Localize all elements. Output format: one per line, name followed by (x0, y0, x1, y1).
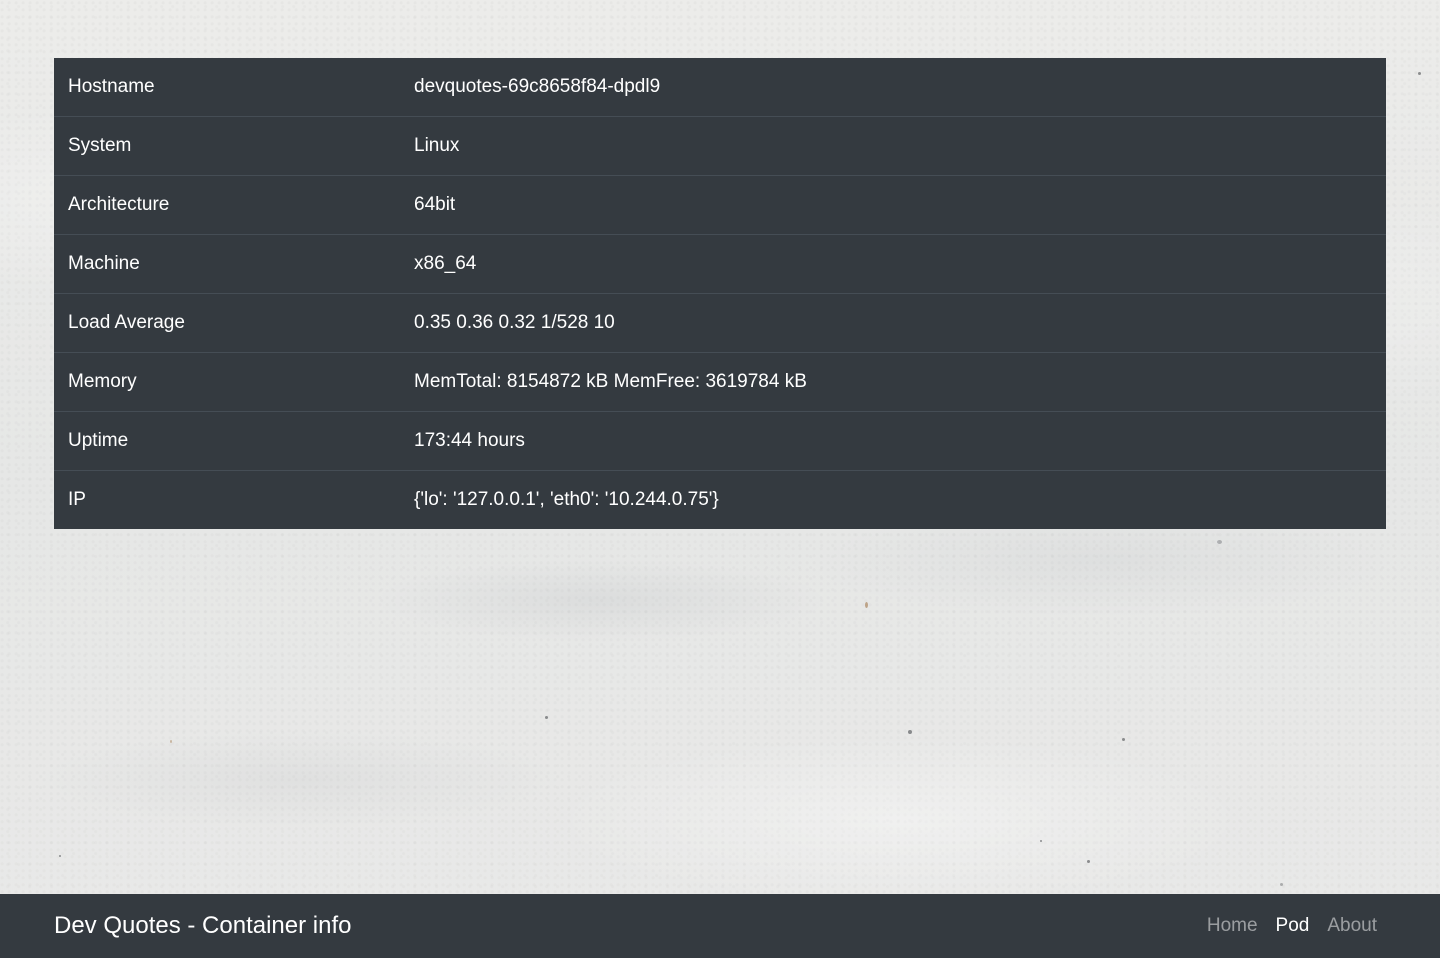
row-value: x86_64 (414, 253, 477, 274)
table-row: Machine x86_64 (54, 234, 1386, 294)
paper-speck (545, 716, 548, 719)
paper-speck (1040, 840, 1042, 842)
row-value: 64bit (414, 194, 456, 215)
paper-speck (1418, 72, 1421, 75)
row-label: Hostname (68, 76, 155, 97)
row-label: Machine (68, 253, 140, 274)
brand-title[interactable]: Dev Quotes - Container info (54, 894, 351, 958)
row-value: Linux (414, 135, 460, 156)
table-row: System Linux (54, 116, 1386, 176)
paper-speck (908, 730, 912, 734)
container-info-table: Hostname devquotes-69c8658f84-dpdl9 System… (54, 58, 1386, 529)
table-row: Memory MemTotal: 8154872 kB MemFree: 3619… (54, 352, 1386, 412)
bottom-navbar: Dev Quotes - Container info Home Pod Abo… (0, 894, 1440, 958)
nav-link-pod[interactable]: Pod (1267, 915, 1319, 937)
table-row: Hostname devquotes-69c8658f84-dpdl9 (54, 58, 1386, 117)
row-label: Architecture (68, 194, 170, 215)
row-label: Memory (68, 371, 137, 392)
table-row: IP {'lo': '127.0.0.1', 'eth0': '10.244.0.… (54, 470, 1386, 530)
row-label: Uptime (68, 430, 129, 451)
table-row: Architecture 64bit (54, 175, 1386, 235)
row-value: 0.35 0.36 0.32 1/528 10 (414, 312, 615, 333)
table-row: Uptime 173:44 hours (54, 411, 1386, 471)
paper-speck (1280, 883, 1283, 886)
nav-link-home[interactable]: Home (1198, 915, 1267, 937)
row-value: MemTotal: 8154872 kB MemFree: 3619784 kB (414, 371, 807, 392)
table-row: Load Average 0.35 0.36 0.32 1/528 10 (54, 293, 1386, 353)
paper-speck (59, 855, 61, 857)
paper-speck (1087, 860, 1090, 863)
container-info-table-body: Hostname devquotes-69c8658f84-dpdl9 System… (54, 58, 1386, 529)
paper-speck (1217, 540, 1222, 544)
row-label: System (68, 135, 132, 156)
paper-speck (170, 740, 172, 743)
nav-link-about[interactable]: About (1318, 915, 1386, 937)
paper-speck (865, 602, 868, 608)
nav-links: Home Pod About (1198, 894, 1386, 958)
row-value: {'lo': '127.0.0.1', 'eth0': '10.244.0.75… (414, 489, 719, 510)
paper-speck (1122, 738, 1125, 741)
row-value: devquotes-69c8658f84-dpdl9 (414, 76, 661, 97)
row-label: Load Average (68, 312, 185, 333)
row-value: 173:44 hours (414, 430, 525, 451)
row-label: IP (68, 489, 86, 510)
